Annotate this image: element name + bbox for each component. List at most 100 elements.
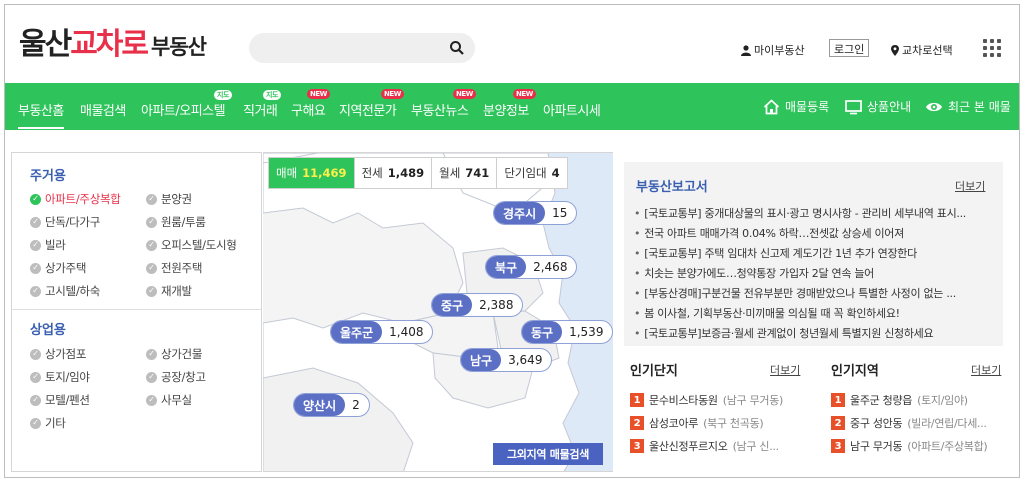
district-marker[interactable]: 양산시 2 (293, 393, 370, 417)
district-count: 15 (552, 206, 568, 220)
district-name: 경주시 (494, 202, 546, 224)
filter-option-label: 전원주택 (161, 261, 203, 275)
tab-count: 11,469 (302, 166, 347, 180)
filter-option[interactable]: ✓ 원룸/투룸 (146, 214, 206, 230)
tab-sale[interactable]: 매매 11,469 (269, 158, 355, 188)
nav-item-local-expert[interactable]: NEW 지역전문가 (339, 89, 404, 119)
region-select-label: 교차로선택 (902, 44, 953, 57)
filter-option[interactable]: ✓ 모텔/펜션 (30, 392, 90, 408)
tab-monthly-rent[interactable]: 월세 741 (432, 158, 498, 188)
new-badge: NEW (453, 89, 476, 99)
check-icon: ✓ (146, 193, 157, 205)
all-menu-icon[interactable] (983, 39, 1001, 57)
monitor-icon (845, 99, 862, 114)
filter-option[interactable]: ✓ 아파트/주상복합 (30, 191, 121, 207)
filter-option[interactable]: ✓ 오피스텔/도시형 (146, 237, 237, 253)
rank-number: 3 (831, 439, 845, 453)
filter-option[interactable]: ✓ 상가건물 (146, 346, 202, 362)
report-title: 부동산보고서 (636, 180, 708, 195)
tab-label: 매매 (276, 166, 298, 180)
nav-item-wanted[interactable]: NEW 구해요 (291, 89, 330, 119)
nav-item-presale[interactable]: NEW 분양정보 (483, 89, 536, 119)
popular-region-more-link[interactable]: 더보기 (971, 362, 1001, 378)
login-button[interactable]: 로그인 (829, 39, 870, 57)
district-marker[interactable]: 북구 2,468 (485, 255, 578, 279)
filter-option-label: 고시텔/하숙 (45, 284, 100, 298)
nav-item-apt-price[interactable]: 아파트시세 (543, 100, 601, 119)
filter-option[interactable]: ✓ 전원주택 (146, 260, 202, 276)
nav-item-direct-deal[interactable]: 지도 직거래 (243, 89, 282, 119)
news-item[interactable]: [부동산경매]구분건물 전유부분만 경매받았으나 특별한 사정이 없는 ... (634, 285, 994, 301)
filter-option[interactable]: ✓ 기타 (30, 415, 66, 431)
news-item[interactable]: [국토교통부] 주택 임대차 신고제 계도기간 1년 추가 연장한다 (634, 245, 994, 261)
recent-listings-link[interactable]: 최근 본 매물 (925, 98, 1011, 115)
filter-option[interactable]: ✓ 사무실 (146, 392, 192, 408)
register-listing-link[interactable]: 매물등록 (763, 98, 829, 115)
region-select-link[interactable]: 교차로선택 (891, 42, 953, 58)
news-item[interactable]: 치솟는 분양가에도…청약통장 가입자 2달 연속 늘어 (634, 265, 994, 281)
search-input[interactable] (249, 33, 439, 63)
district-marker[interactable]: 경주시 15 (493, 201, 578, 225)
popular-region-item[interactable]: 2 중구 성안동 (빌라/연립/다세... (831, 415, 1011, 431)
nav-item-apartment[interactable]: 지도 아파트/오피스텔 (141, 89, 233, 119)
district-marker[interactable]: 남구 3,649 (460, 348, 553, 372)
filter-option[interactable]: ✓ 단독/다가구 (30, 214, 100, 230)
search-icon[interactable] (449, 40, 465, 56)
filter-option-label: 원룸/투룸 (161, 215, 206, 229)
complex-name: 울산신정푸르지오 (649, 440, 728, 453)
recent-listings-label: 최근 본 매물 (948, 100, 1011, 114)
tab-short-term[interactable]: 단기임대 4 (497, 158, 566, 188)
other-region-search-button[interactable]: 그외지역 매물검색 (493, 443, 603, 465)
check-icon: ✓ (146, 348, 157, 360)
popular-complex-item[interactable]: 3 울산신정푸르지오 (남구 신... (630, 438, 810, 454)
popular-region-item[interactable]: 1 울주군 청량읍 (토지/임야) (831, 392, 1011, 408)
popular-region-item[interactable]: 3 남구 무거동 (아파트/주상복합) (831, 438, 1011, 454)
district-marker[interactable]: 동구 1,539 (521, 320, 613, 344)
logo-city: 울산 (19, 27, 72, 62)
new-badge: NEW (381, 89, 404, 99)
check-icon: ✓ (30, 262, 41, 274)
rank-number: 2 (630, 416, 644, 430)
popular-complex-more-link[interactable]: 더보기 (770, 362, 800, 378)
news-item[interactable]: 봄 이사철, 기획부동산·미끼매물 의심될 때 꼭 확인하세요! (634, 305, 994, 321)
filter-option-label: 기타 (45, 416, 66, 430)
user-icon (741, 44, 751, 56)
tab-label: 월세 (439, 166, 461, 180)
news-item[interactable]: [국토교통부] 중개대상물의 표시·광고 명시사항 - 관리비 세부내역 표시.… (634, 205, 994, 221)
filter-option[interactable]: ✓ 상가주택 (30, 260, 86, 276)
filter-option[interactable]: ✓ 빌라 (30, 237, 66, 253)
complex-location: (남구 무거동) (722, 394, 784, 407)
news-item[interactable]: [국토교통부]보증금·월세 관계없이 청년월세 특별지원 신청하세요 (634, 325, 994, 341)
product-info-link[interactable]: 상품안내 (845, 98, 911, 115)
map-badge: 지도 (262, 89, 282, 101)
filter-option[interactable]: ✓ 상가점포 (30, 346, 86, 362)
report-more-link[interactable]: 더보기 (955, 178, 985, 194)
page-frame: 울산교차로 부동산 마이부동산 로그인 교차로선택 부동산홈 매물검색 지도 아파트… (4, 4, 1020, 478)
complex-name: 삼성코아루 (649, 417, 699, 430)
filter-option[interactable]: ✓ 고시텔/하숙 (30, 283, 100, 299)
popular-complex-item[interactable]: 2 삼성코아루 (북구 천곡동) (630, 415, 810, 431)
info-panel: 부동산보고서 더보기 [국토교통부] 중개대상물의 표시·광고 명시사항 - 관… (614, 152, 1015, 472)
tab-jeonse[interactable]: 전세 1,489 (355, 158, 433, 188)
popular-complex-item[interactable]: 1 문수비스타동원 (남구 무거동) (630, 392, 810, 408)
district-marker[interactable]: 울주군 1,408 (330, 320, 434, 344)
district-count: 2 (352, 398, 360, 412)
filter-option[interactable]: ✓ 재개발 (146, 283, 192, 299)
site-logo[interactable]: 울산교차로 부동산 (19, 27, 207, 65)
nav-item-search[interactable]: 매물검색 (80, 100, 126, 119)
home-icon (763, 98, 780, 114)
district-marker[interactable]: 중구 2,388 (431, 293, 524, 317)
news-item[interactable]: 전국 아파트 매매가격 0.04% 하락…전셋값 상승세 이어져 (634, 225, 994, 241)
popular-region-title: 인기지역 (831, 364, 879, 379)
my-realestate-link[interactable]: 마이부동산 (741, 42, 805, 58)
filter-option[interactable]: ✓ 공장/창고 (146, 369, 206, 385)
nav-item-label: 부동산뉴스 (411, 104, 469, 119)
region-map[interactable]: 매매 11,469 전세 1,489 월세 741 단기임대 4 경주시 15 북구 2,4… (263, 152, 613, 472)
filter-option[interactable]: ✓ 토지/임야 (30, 369, 90, 385)
nav-item-home[interactable]: 부동산홈 (18, 100, 64, 129)
map-badge: 지도 (213, 89, 233, 101)
rank-number: 1 (630, 393, 644, 407)
nav-item-news[interactable]: NEW 부동산뉴스 (411, 89, 476, 119)
product-info-label: 상품안내 (867, 100, 912, 114)
filter-option[interactable]: ✓ 분양권 (146, 191, 192, 207)
